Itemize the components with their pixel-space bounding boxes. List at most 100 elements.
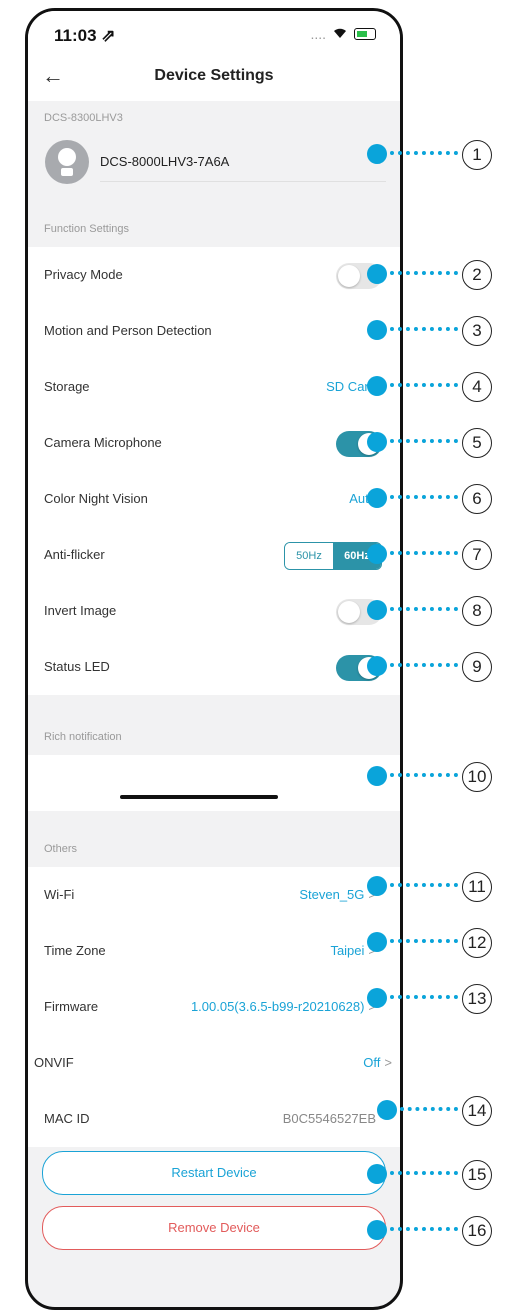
onvif-state: Off [363,1055,381,1070]
callout-leader [390,995,458,999]
callout-dot [367,876,387,896]
callout-dot [367,432,387,452]
callout-dot [367,932,387,952]
callout-leader [390,773,458,777]
row-camera-microphone[interactable]: Camera Microphone [28,415,400,472]
callout-number: 3 [462,316,492,346]
row-mac-id: MAC ID B0C5546527EB [28,1091,400,1147]
callout-leader [390,551,458,555]
wifi-value: Steven_5G> [299,887,376,902]
callout-number: 4 [462,372,492,402]
callout-dot [367,376,387,396]
onvif-value: Off > [363,1055,392,1070]
callout-number: 8 [462,596,492,626]
callout-number: 10 [462,762,492,792]
signal-icon: .... [310,26,326,42]
device-name-row[interactable]: DCS-8000LHV3-7A6A ✎ [28,134,400,192]
chevron-right-icon: > [384,1055,392,1070]
device-name: DCS-8000LHV3-7A6A [100,154,230,169]
callout-dot [367,1164,387,1184]
row-storage[interactable]: Storage SD Card [28,359,400,416]
toggle-knob [338,265,360,287]
callout-dot [367,766,387,786]
callout-dot [367,144,387,164]
row-label: Color Night Vision [44,491,148,506]
callout-number: 11 [462,872,492,902]
camera-avatar-icon [45,140,89,184]
callout-leader [390,1171,458,1175]
callout-leader [400,1107,458,1111]
callout-dot [367,488,387,508]
mac-id-value: B0C5546527EB [282,1111,376,1126]
toggle-knob [338,601,360,623]
callout-leader [390,151,458,155]
phone-frame: 11:03 ⇗ .... ← Device Settings DCS-8300L… [25,8,403,1310]
restart-device-button[interactable]: Restart Device [42,1151,386,1195]
row-label: Time Zone [44,943,106,958]
callout-number: 12 [462,928,492,958]
callout-number: 9 [462,652,492,682]
callout-number: 14 [462,1096,492,1126]
callout-leader [390,939,458,943]
row-label: Wi-Fi [44,887,75,902]
wifi-name: Steven_5G [299,887,365,902]
status-bar: 11:03 ⇗ .... [28,11,400,51]
callout-leader [390,663,458,667]
row-label: Storage [44,379,90,394]
callout-dot [367,1220,387,1240]
callout-leader [390,271,458,275]
row-label: Status LED [44,659,110,674]
callout-leader [390,607,458,611]
callout-dot [367,600,387,620]
time-zone-name: Taipei [330,943,365,958]
row-rich-notification[interactable] [28,755,400,811]
row-label: ONVIF [34,1055,74,1070]
status-icons: .... [310,26,376,42]
wifi-icon [332,26,348,42]
row-label: Anti-flicker [44,547,105,562]
row-label: Motion and Person Detection [44,323,212,338]
row-label: Firmware [44,999,99,1014]
row-label: Privacy Mode [44,267,123,282]
callout-leader [390,883,458,887]
page-title: Device Settings [154,67,274,84]
firmware-version: 1.00.05(3.6.5-b99-r20210628) [190,999,365,1014]
callout-leader [390,495,458,499]
row-color-night-vision[interactable]: Color Night Vision Auto [28,471,400,528]
row-anti-flicker: Anti-flicker 50Hz 60Hz [28,527,400,584]
callout-dot [367,988,387,1008]
row-motion-person-detection[interactable]: Motion and Person Detection [28,303,400,360]
option-50hz[interactable]: 50Hz [285,543,333,569]
callout-number: 6 [462,484,492,514]
row-time-zone[interactable]: Time Zone Taipei> [28,923,400,980]
callout-number: 5 [462,428,492,458]
callout-number: 15 [462,1160,492,1190]
battery-icon [354,28,376,40]
callout-dot [367,544,387,564]
function-settings-label: Function Settings [44,223,129,235]
row-invert-image[interactable]: Invert Image [28,583,400,640]
remove-device-button[interactable]: Remove Device [42,1206,386,1250]
row-wifi[interactable]: Wi-Fi Steven_5G> [28,867,400,924]
home-indicator [120,795,278,799]
callout-dot [367,264,387,284]
row-onvif[interactable]: ONVIF Off > [28,1035,400,1092]
callout-dot [377,1100,397,1120]
row-privacy-mode[interactable]: Privacy Mode [28,247,400,304]
rich-notification-label: Rich notification [44,731,122,743]
row-label: Camera Microphone [44,435,162,450]
row-firmware[interactable]: Firmware 1.00.05(3.6.5-b99-r20210628)> [28,979,400,1036]
callout-number: 13 [462,984,492,1014]
callout-number: 16 [462,1216,492,1246]
callout-leader [390,327,458,331]
callout-leader [390,1227,458,1231]
header-bar: ← Device Settings [28,51,400,101]
others-label: Others [44,843,78,855]
device-name-underline [100,181,386,182]
device-model-label: DCS-8300LHV3 [44,112,123,124]
row-label: MAC ID [44,1111,90,1126]
callout-leader [390,439,458,443]
row-status-led[interactable]: Status LED [28,639,400,695]
status-time: 11:03 ⇗ [54,26,116,45]
callout-number: 7 [462,540,492,570]
